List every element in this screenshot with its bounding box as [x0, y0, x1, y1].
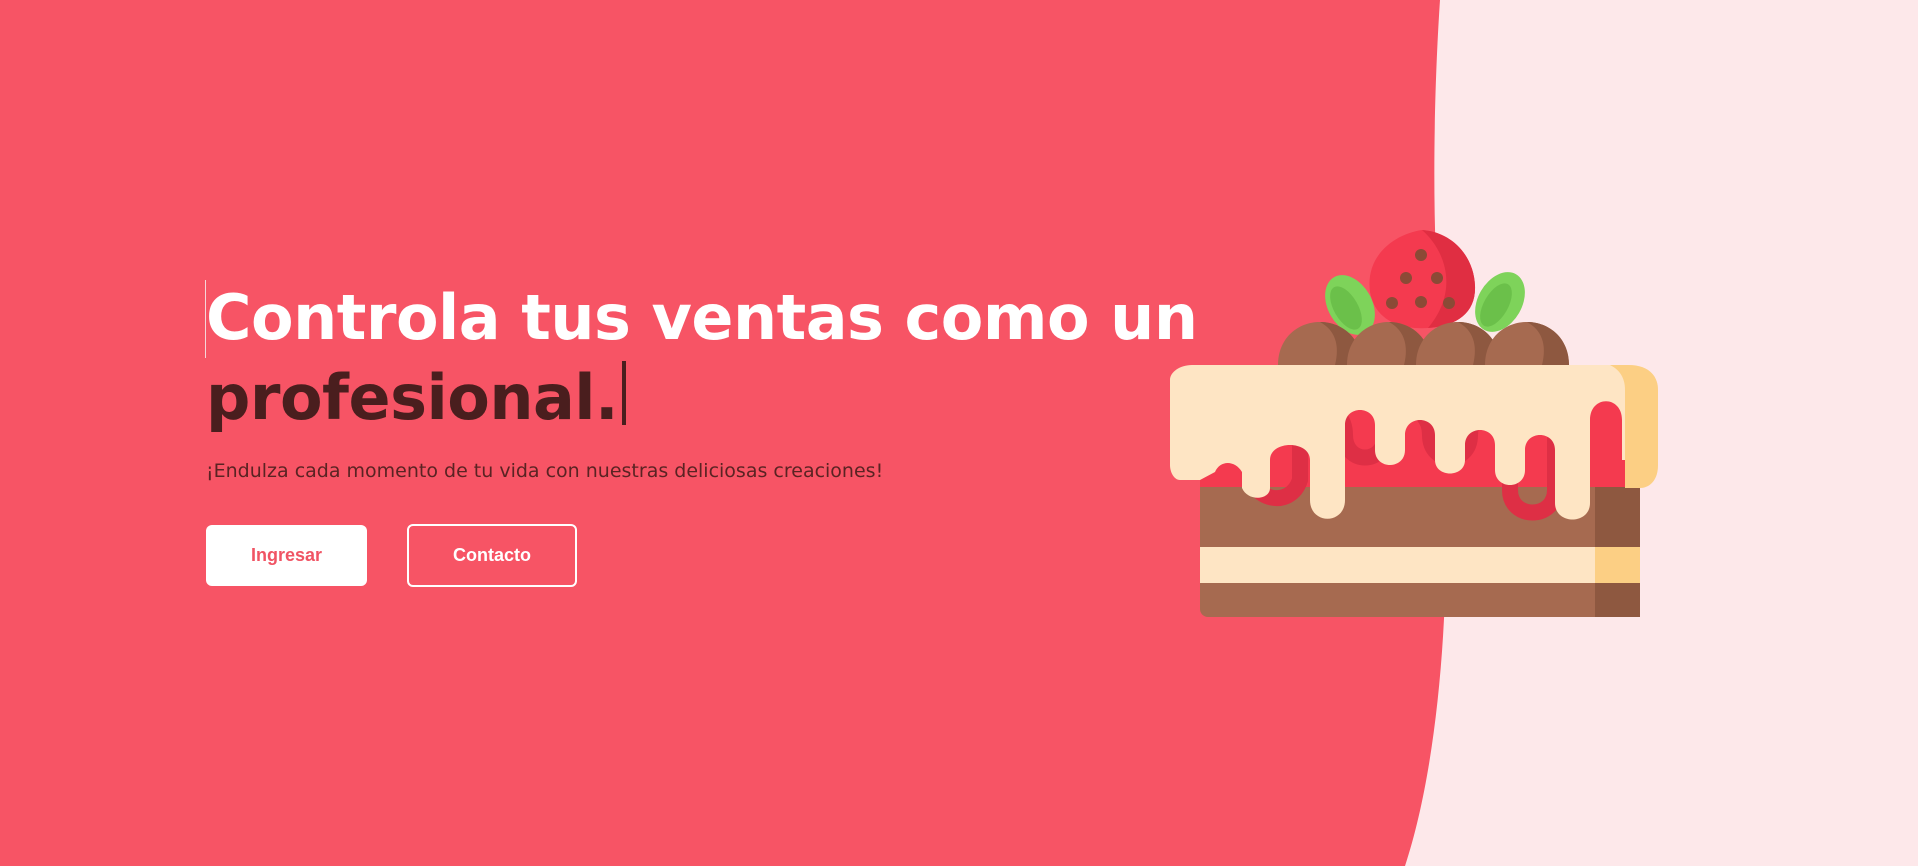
headline-line-2: profesional. — [206, 358, 627, 438]
hero-actions: Ingresar Contacto — [206, 524, 577, 587]
headline-text-2: profesional. — [206, 361, 619, 434]
headline-line-1: Controla tus ventas como un — [205, 278, 1198, 358]
hero-section: Controla tus ventas como un profesional.… — [205, 278, 1198, 482]
login-button[interactable]: Ingresar — [206, 525, 367, 586]
hero-subtitle: ¡Endulza cada momento de tu vida con nue… — [206, 460, 884, 482]
hero-headline: Controla tus ventas como un profesional. — [205, 278, 1198, 438]
cake-icon — [1170, 230, 1658, 617]
headline-text-1: Controla tus ventas como un — [206, 281, 1198, 354]
contact-button[interactable]: Contacto — [407, 524, 577, 587]
text-cursor-start — [205, 280, 206, 358]
typing-cursor — [622, 361, 627, 425]
